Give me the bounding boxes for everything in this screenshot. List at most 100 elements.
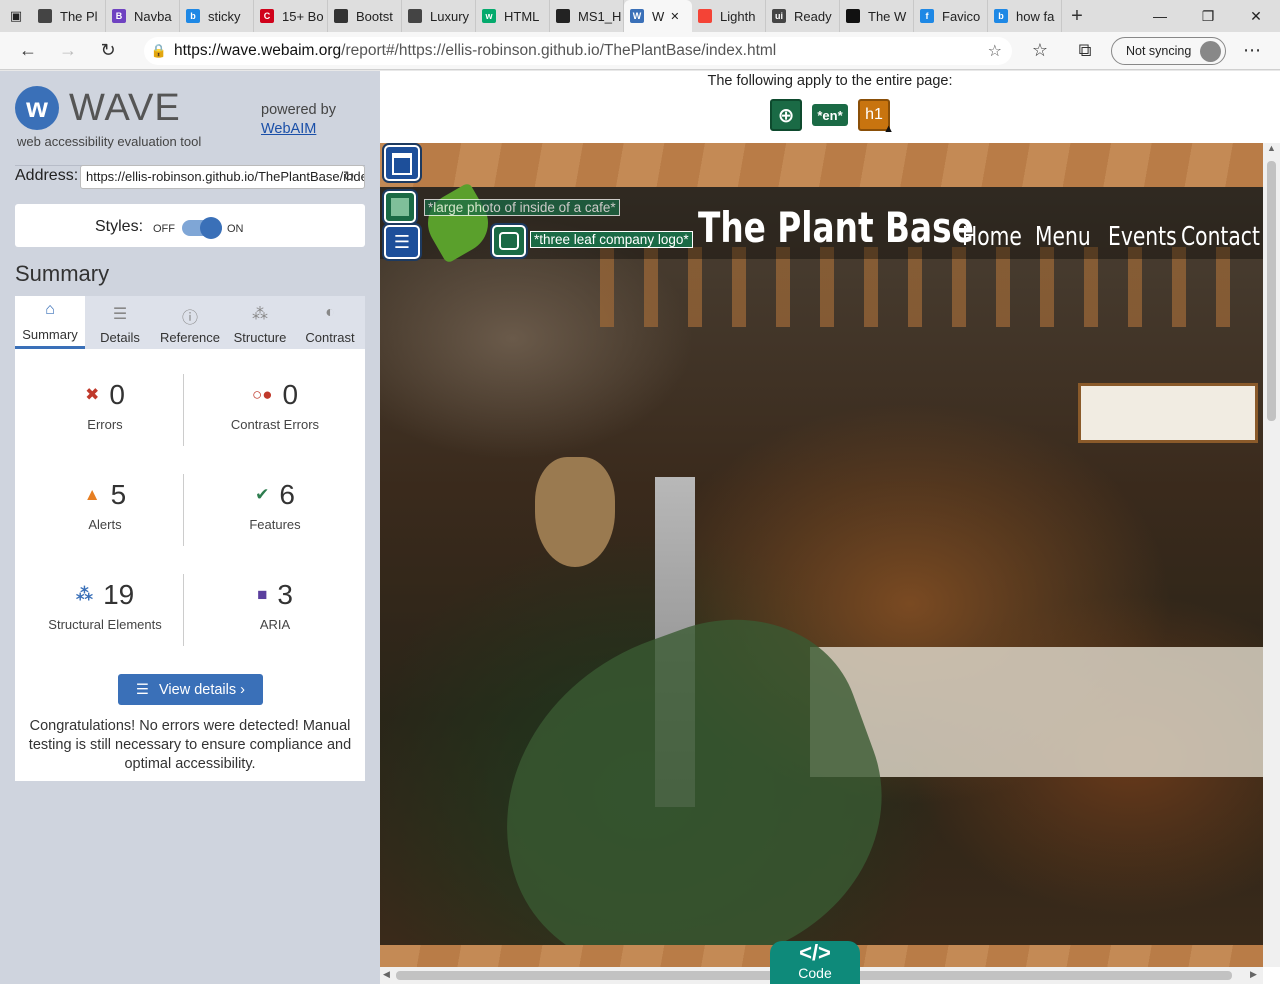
browser-tab[interactable]: MS1_H	[550, 0, 624, 32]
view-details-button[interactable]: ☰ View details ›	[118, 674, 263, 705]
hero-basket-lamp	[535, 457, 615, 567]
wave-linked-image-icon[interactable]	[492, 225, 526, 257]
sync-label: Not syncing	[1126, 44, 1192, 58]
aria-stat[interactable]: ■ 3 ARIA	[190, 579, 360, 632]
close-tab-icon[interactable]: ✕	[670, 10, 679, 23]
alerts-label: Alerts	[88, 517, 122, 532]
tab-favicon-icon	[334, 9, 348, 23]
add-favorite-icon[interactable]: ☆	[988, 41, 1002, 61]
powered-by: powered by WebAIM	[261, 101, 336, 139]
browser-tab[interactable]: w HTML	[476, 0, 550, 32]
language-globe-icon[interactable]: ⊕	[770, 99, 802, 131]
errors-count: 0	[109, 379, 125, 410]
back-icon[interactable]: ←	[8, 32, 48, 70]
tab-actions-icon[interactable]: ▣	[0, 0, 32, 32]
browser-tab[interactable]: b how fa	[988, 0, 1062, 32]
site-nav-home[interactable]: Home	[962, 222, 1031, 252]
h1-alert-badge[interactable]: h1 ▲	[858, 99, 894, 135]
contrast-errors-stat[interactable]: ○● 0 Contrast Errors	[190, 379, 360, 432]
lock-icon: 🔒	[150, 43, 168, 58]
site-nav-contact[interactable]: Contact	[1181, 222, 1260, 252]
leaf-pattern-banner	[380, 143, 1263, 187]
page-level-icons: ⊕ *en* h1 ▲	[770, 99, 894, 135]
report-area: The following apply to the entire page: …	[380, 71, 1280, 984]
features-label: Features	[249, 517, 301, 532]
browser-tab[interactable]: W W ✕	[624, 0, 692, 32]
wave-tagline: web accessibility evaluation tool	[17, 134, 202, 149]
tab-structure[interactable]: ⁂ Structure	[225, 296, 295, 349]
vertical-scroll-thumb[interactable]	[1267, 161, 1276, 421]
favorites-icon[interactable]: ☆	[1020, 32, 1060, 70]
browser-tab[interactable]: C 15+ Bo	[254, 0, 328, 32]
forward-icon[interactable]: →	[48, 32, 88, 70]
error-icon: ✖	[85, 385, 100, 404]
webaim-link[interactable]: WebAIM	[261, 121, 316, 137]
close-window-icon[interactable]: ✕	[1232, 0, 1280, 32]
nav-glyph: ☰	[393, 232, 411, 252]
lang-en-badge[interactable]: *en*	[812, 104, 848, 126]
view-details-label: View details ›	[159, 681, 245, 698]
feature-icon: ✔	[255, 485, 270, 504]
collections-icon[interactable]: ⧉	[1065, 32, 1105, 70]
sync-button[interactable]: Not syncing	[1111, 37, 1226, 65]
alt-text-large-photo: *large photo of inside of a cafe*	[424, 199, 620, 216]
tab-favicon-icon: w	[482, 9, 496, 23]
restore-icon[interactable]: ❐	[1184, 0, 1232, 32]
wave-image-alt-icon[interactable]	[384, 191, 416, 223]
aria-icon: ■	[257, 585, 268, 604]
url-path: /report#/https://ellis-robinson.github.i…	[341, 42, 777, 59]
styles-toggle-panel: Styles: OFF ON	[15, 204, 365, 247]
refresh-icon[interactable]: ↻	[343, 168, 355, 185]
scroll-right-icon[interactable]: ▶	[1250, 969, 1257, 980]
tab-details[interactable]: ☰ Details	[85, 296, 155, 349]
minimize-icon[interactable]: —	[1136, 0, 1184, 32]
wave-logo[interactable]: w WAVE	[15, 86, 181, 130]
new-tab-button[interactable]: +	[1062, 0, 1092, 32]
scroll-up-icon[interactable]: ▲	[1263, 143, 1280, 153]
styles-label: Styles:	[95, 218, 144, 235]
alerts-stat[interactable]: ▲ 5 Alerts	[20, 479, 190, 532]
tab-favicon-icon: B	[112, 9, 126, 23]
url-host: https://wave.webaim.org	[174, 42, 342, 59]
browser-tab[interactable]: ui Ready	[766, 0, 840, 32]
contrast-errors-label: Contrast Errors	[230, 417, 320, 432]
browser-tab[interactable]: B Navba	[106, 0, 180, 32]
tab-contrast[interactable]: ◐ Contrast	[295, 296, 365, 349]
code-toggle-button[interactable]: </> Code	[770, 941, 860, 984]
browser-tab[interactable]: Lighth	[692, 0, 766, 32]
tab-summary[interactable]: ⌂ Summary	[15, 296, 85, 349]
scroll-left-icon[interactable]: ◀	[383, 969, 390, 980]
browser-tab[interactable]: The Pl	[32, 0, 106, 32]
features-stat[interactable]: ✔ 6 Features	[190, 479, 360, 532]
wave-nav-structure-icon[interactable]: ☰	[384, 225, 420, 259]
browser-tab[interactable]: f Favico	[914, 0, 988, 32]
browser-tab[interactable]: Luxury	[402, 0, 476, 32]
site-nav-events[interactable]: Events	[1108, 222, 1177, 252]
structural-stat[interactable]: ⁂ 19 Structural Elements	[20, 579, 190, 632]
tab-reference[interactable]: ⓘ Reference	[155, 296, 225, 349]
errors-stat[interactable]: ✖ 0 Errors	[20, 379, 190, 432]
structure-icon: ⁂	[75, 585, 94, 604]
site-nav-menu[interactable]: Menu	[1035, 222, 1104, 252]
address-label: Address:	[15, 167, 79, 184]
structure-icon: ⁂	[252, 306, 268, 323]
list-icon: ☰	[112, 306, 128, 323]
address-bar[interactable]: 🔒 https://wave.webaim.org/report#/https:…	[144, 37, 1012, 65]
address-input[interactable]: https://ellis-robinson.github.io/ThePlan…	[80, 165, 365, 189]
browser-tab[interactable]: b sticky	[180, 0, 254, 32]
reload-icon[interactable]: ↻	[88, 32, 128, 70]
congratulations-message: Congratulations! No errors were detected…	[28, 718, 352, 772]
tab-title: Favico	[942, 8, 981, 24]
hero-counter	[810, 647, 1263, 777]
vertical-scrollbar[interactable]: ▲	[1263, 143, 1280, 967]
browser-tab[interactable]: The W	[840, 0, 914, 32]
wave-header-structure-icon[interactable]	[384, 145, 420, 181]
styles-toggle-knob[interactable]	[200, 217, 222, 239]
profile-avatar	[1200, 41, 1221, 62]
summary-panel: ✖ 0 Errors ○● 0 Contrast Errors ▲ 5 Alerts …	[15, 349, 365, 781]
browser-tab[interactable]: Bootst	[328, 0, 402, 32]
more-menu-icon[interactable]: ⋯	[1232, 32, 1272, 70]
alert-icon: ▲	[83, 485, 101, 504]
tab-label: Details	[100, 330, 140, 345]
alt-text-logo: *three leaf company logo*	[530, 231, 693, 248]
